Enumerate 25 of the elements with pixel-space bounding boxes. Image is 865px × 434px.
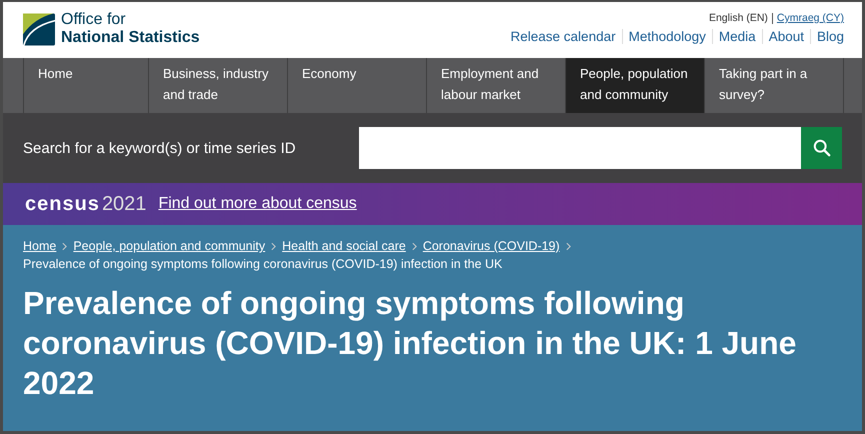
- census-logo[interactable]: census 2021: [25, 192, 146, 216]
- nav-tab[interactable]: People, population and community: [566, 58, 705, 113]
- chevron-icon: [62, 242, 68, 250]
- chevron-icon: [271, 242, 276, 250]
- breadcrumb-link[interactable]: Home: [23, 239, 56, 253]
- census-link[interactable]: Find out more about census: [158, 195, 357, 213]
- breadcrumb-link[interactable]: Coronavirus (COVID-19): [422, 239, 560, 253]
- header-link[interactable]: Release calendar: [504, 29, 622, 44]
- search-icon: [812, 139, 830, 157]
- header-link[interactable]: Methodology: [622, 29, 712, 44]
- header-link[interactable]: Media: [712, 29, 762, 44]
- page-title: Prevalence of ongoing symptoms following coronavirus (COVID-19) infection in the UK: 1 June 2022: [23, 284, 798, 403]
- site-logo[interactable]: Office for National Statistics: [23, 11, 200, 47]
- header-link[interactable]: Blog: [810, 29, 844, 44]
- language-link[interactable]: Cymraeg (CY): [776, 12, 844, 24]
- chevron-icon: [412, 242, 417, 250]
- header-link[interactable]: About: [762, 29, 810, 44]
- breadcrumb-link[interactable]: People, population and community: [73, 239, 266, 253]
- chevron-icon: [566, 242, 571, 250]
- search-field[interactable]: [359, 127, 801, 169]
- breadcrumb-current: Prevalence of ongoing symptoms following coronavirus (COVID-19) infection in the UK: [23, 257, 504, 271]
- search-button[interactable]: [801, 127, 842, 169]
- search-label: Search for a keyword(s) or time series ID: [23, 140, 296, 156]
- breadcrumb-link[interactable]: Health and social care: [282, 239, 406, 253]
- logo-icon: [23, 12, 55, 46]
